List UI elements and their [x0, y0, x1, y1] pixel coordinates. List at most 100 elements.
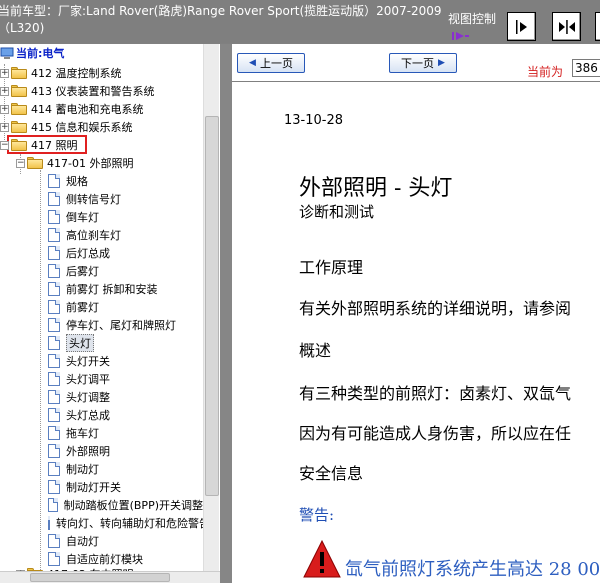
- tree-leaf[interactable]: 制动灯开关: [48, 478, 121, 496]
- tree-leaf[interactable]: 头灯总成: [48, 406, 110, 424]
- tree-root[interactable]: 当前:电气: [0, 44, 64, 62]
- warning-triangle-icon: [302, 539, 342, 582]
- tree-folder-label: 417-01 外部照明: [47, 157, 134, 170]
- document-icon: [48, 300, 60, 314]
- document-icon: [48, 372, 60, 386]
- document-icon: [48, 480, 60, 494]
- document-title: 外部照明 - 头灯: [299, 176, 453, 201]
- view-mode-icon[interactable]: [452, 31, 470, 44]
- tree-folder-414[interactable]: + 414 蓄电池和充电系统: [0, 100, 144, 118]
- next-page-button[interactable]: 下一页 ▶: [389, 53, 457, 73]
- tree-leaf[interactable]: 前雾灯 拆卸和安装: [48, 280, 158, 298]
- tree-leaf[interactable]: 头灯调平: [48, 370, 110, 388]
- paragraph-overview: 有三种类型的前照灯：卤素灯、双氙气: [299, 384, 572, 403]
- document-icon: [48, 336, 60, 350]
- document-icon: [48, 192, 60, 206]
- tree-leaf[interactable]: 制动踏板位置(BPP)开关调整: [48, 496, 203, 514]
- paragraph-overview: 因为有可能造成人身伤害，所以应在任: [299, 424, 572, 443]
- tree-folder-label: 415 信息和娱乐系统: [31, 121, 133, 134]
- document-icon: [48, 408, 60, 422]
- prev-page-button[interactable]: ◀ 上一页: [237, 53, 305, 73]
- document-date: 13-10-28: [284, 113, 344, 128]
- tree-vertical-scrollbar[interactable]: [203, 44, 219, 571]
- document-icon: [48, 246, 60, 260]
- tree-leaf[interactable]: 头灯开关: [48, 352, 110, 370]
- title-bar: 当前车型：厂家:Land Rover(路虎)Range Rover Sport(…: [0, 0, 600, 43]
- heading-safety: 安全信息: [299, 464, 364, 483]
- folder-icon: [11, 85, 27, 97]
- tree-folder-412[interactable]: + 412 温度控制系统: [0, 64, 122, 82]
- heading-overview: 概述: [299, 341, 332, 360]
- tree-folder-415[interactable]: + 415 信息和娱乐系统: [0, 118, 133, 136]
- folder-icon: [11, 67, 27, 79]
- pane-splitter[interactable]: [220, 44, 232, 583]
- warning-label: 警告:: [299, 506, 335, 524]
- warning-text: 氙气前照灯系统产生高达 28 00: [345, 559, 600, 580]
- document-icon: [48, 282, 60, 296]
- tree-leaf[interactable]: 转向灯、转向辅助灯和危险警告: [48, 514, 203, 532]
- document-icon: [48, 516, 50, 530]
- document-icon: [48, 318, 60, 332]
- tree-leaf[interactable]: 停车灯、尾灯和牌照灯: [48, 316, 176, 334]
- folder-icon: [11, 121, 27, 133]
- paragraph-principle: 有关外部照明系统的详细说明，请参阅: [299, 299, 572, 318]
- scrollbar-thumb[interactable]: [30, 573, 170, 582]
- tree-leaf[interactable]: 自适应前灯模块: [48, 550, 143, 568]
- document-icon: [48, 354, 60, 368]
- document-icon: [48, 498, 58, 512]
- expand-icon[interactable]: +: [0, 104, 9, 114]
- more-icon[interactable]: [595, 12, 600, 41]
- arrow-right-icon: ▶: [438, 58, 445, 68]
- tree-leaf[interactable]: 后雾灯: [48, 262, 99, 280]
- tree-folder-413[interactable]: + 413 仪表装置和警告系统: [0, 82, 155, 100]
- tree-folder-label: 417 照明: [31, 139, 78, 152]
- heading-principle: 工作原理: [299, 258, 364, 277]
- tree-leaf[interactable]: 规格: [48, 172, 88, 190]
- page-number-input[interactable]: [572, 59, 600, 77]
- computer-icon: [0, 47, 14, 60]
- tree-leaf[interactable]: 外部照明: [48, 442, 110, 460]
- document-icon: [48, 462, 60, 476]
- document-icon: [48, 174, 60, 188]
- tree-subfolder-417-01[interactable]: − 417-01 外部照明: [16, 154, 133, 172]
- next-page-icon[interactable]: [507, 12, 536, 41]
- view-control-label: 视图控制: [448, 12, 497, 26]
- document-icon: [48, 390, 60, 404]
- tree-leaf[interactable]: 高位刹车灯: [48, 226, 121, 244]
- document-icon: [48, 444, 60, 458]
- tree-leaf[interactable]: 后灯总成: [48, 244, 110, 262]
- tree-leaf-active[interactable]: 头灯: [48, 334, 94, 352]
- open-folder-icon: [27, 157, 43, 169]
- document-icon: [48, 264, 60, 278]
- document-icon: [48, 210, 60, 224]
- collapse-icon[interactable]: −: [16, 158, 25, 168]
- tree-root-label: 当前:电气: [16, 47, 65, 60]
- document-icon: [48, 552, 60, 566]
- collapse-icon[interactable]: −: [0, 140, 9, 150]
- arrow-left-icon: ◀: [249, 58, 256, 68]
- expand-icon[interactable]: +: [0, 122, 9, 132]
- tree-horizontal-scrollbar[interactable]: [0, 571, 220, 583]
- folder-icon: [11, 103, 27, 115]
- document-icon: [48, 426, 60, 440]
- tree-folder-label: 412 温度控制系统: [31, 67, 122, 80]
- current-page-label: 当前为: [527, 65, 564, 79]
- tree-folder-label: 413 仪表装置和警告系统: [31, 85, 155, 98]
- tree-guide-line: [40, 170, 41, 570]
- tree-leaf[interactable]: 制动灯: [48, 460, 99, 478]
- document-subtitle: 诊断和测试: [299, 203, 375, 221]
- document-icon: [48, 534, 60, 548]
- scrollbar-thumb[interactable]: [205, 116, 219, 496]
- fit-width-icon[interactable]: [552, 12, 581, 41]
- tree-leaf[interactable]: 倒车灯: [48, 208, 99, 226]
- tree-leaf[interactable]: 前雾灯: [48, 298, 99, 316]
- open-folder-icon: [11, 139, 27, 151]
- tree-leaf[interactable]: 自动灯: [48, 532, 99, 550]
- expand-icon[interactable]: +: [0, 86, 9, 96]
- tree-leaf[interactable]: 侧转信号灯: [48, 190, 121, 208]
- vehicle-title: 当前车型：厂家:Land Rover(路虎)Range Rover Sport(…: [0, 4, 442, 35]
- tree-folder-417[interactable]: − 417 照明: [0, 136, 78, 154]
- tree-leaf[interactable]: 头灯调整: [48, 388, 110, 406]
- tree-leaf[interactable]: 拖车灯: [48, 424, 99, 442]
- expand-icon[interactable]: +: [0, 68, 9, 78]
